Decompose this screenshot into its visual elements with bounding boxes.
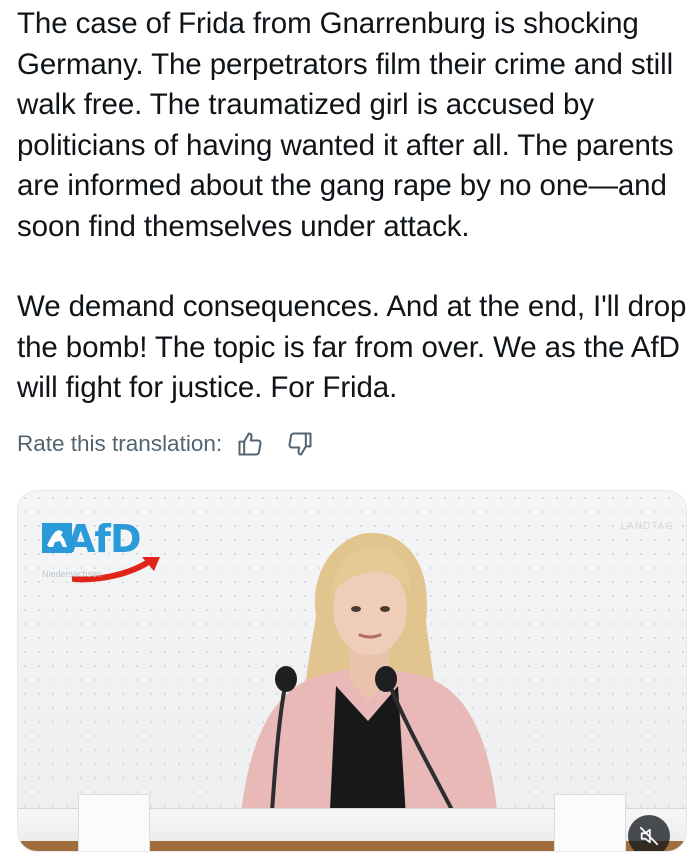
mute-button[interactable] — [628, 815, 670, 851]
rate-translation-row: Rate this translation: — [17, 430, 336, 458]
video-frame: AfD Niedersachsen LANDTAG — [18, 491, 686, 851]
video-media[interactable]: AfD Niedersachsen LANDTAG — [17, 490, 687, 852]
lectern-block-right — [554, 794, 626, 851]
afd-logo: AfD Niedersachsen — [42, 517, 172, 597]
logo-subtext: Niedersachsen — [42, 569, 103, 579]
thumbs-up-icon[interactable] — [236, 430, 264, 458]
rate-translation-label: Rate this translation: — [17, 431, 223, 456]
landtag-watermark: LANDTAG — [620, 521, 674, 532]
thumbs-down-icon[interactable] — [286, 430, 314, 458]
post-text: The case of Frida from Gnarrenburg is sh… — [17, 4, 687, 409]
post-paragraph-1: The case of Frida from Gnarrenburg is sh… — [17, 7, 674, 243]
speaker-figure — [238, 532, 500, 851]
post-paragraph-2: We demand consequences. And at the end, … — [17, 290, 687, 404]
lectern-block-left — [78, 794, 150, 851]
speaker-muted-icon — [639, 826, 659, 846]
